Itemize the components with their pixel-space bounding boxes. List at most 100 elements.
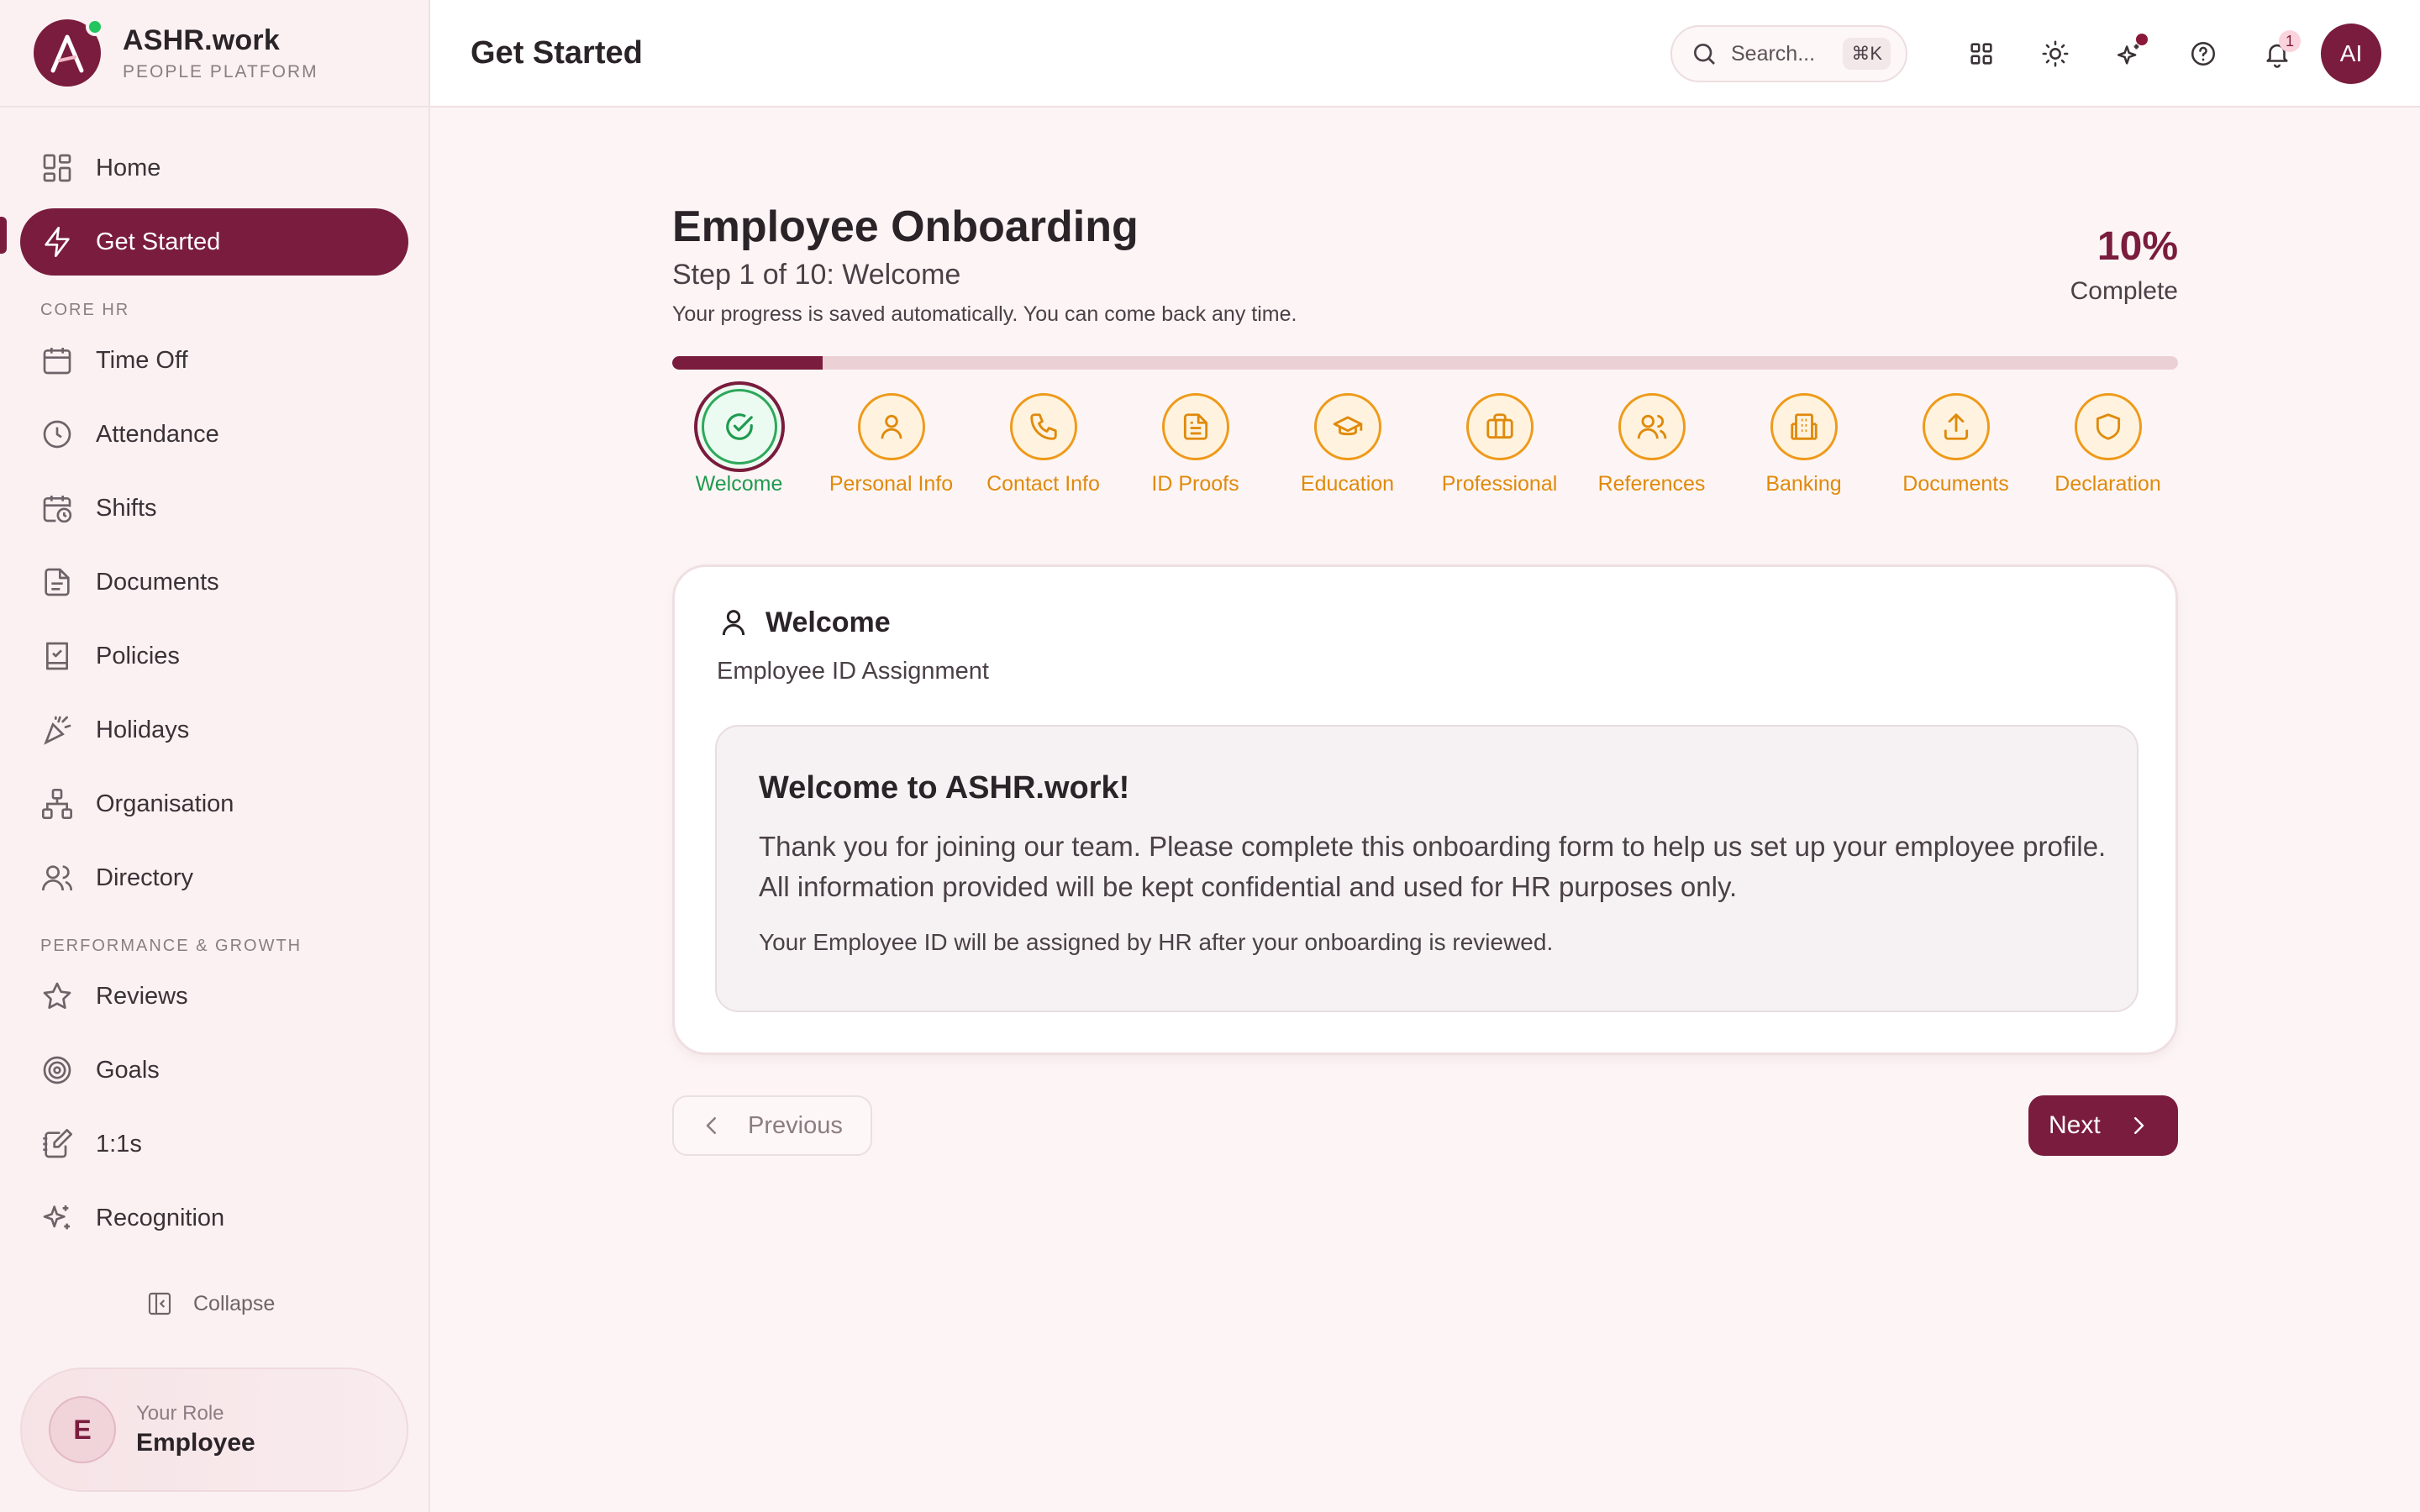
calendar-clock-icon xyxy=(43,496,72,523)
step-banking[interactable]: Banking xyxy=(1728,393,1880,496)
progress-percent: 10% xyxy=(2096,224,2178,269)
welcome-note: Your Employee ID will be assigned by HR … xyxy=(759,929,1554,955)
step-label-id-proofs: ID Proofs xyxy=(1151,472,1239,496)
brand: ASHR.work PEOPLE PLATFORM xyxy=(0,0,429,108)
sidebar-item-label: Policies xyxy=(96,642,180,669)
step-label-welcome: Welcome xyxy=(695,472,783,496)
progress-bar xyxy=(672,356,2178,370)
brand-subtitle: PEOPLE PLATFORM xyxy=(123,61,318,81)
user-avatar[interactable]: AI xyxy=(2321,24,2381,84)
next-label: Next xyxy=(2049,1111,2101,1139)
help-button[interactable] xyxy=(2173,24,2233,84)
page-header-title: Get Started xyxy=(471,34,643,71)
chevron-left-icon xyxy=(706,1117,716,1134)
progress-percent-label: Complete xyxy=(2070,277,2178,305)
role-card[interactable]: E Your Role Employee xyxy=(20,1368,408,1492)
sidebar-item-label: Organisation xyxy=(96,790,234,817)
step-tracker: Welcome Personal Info Contact Info ID Pr… xyxy=(672,389,2178,511)
step-label-personal-info: Personal Info xyxy=(829,472,954,496)
sidebar-item-label: Home xyxy=(96,154,161,181)
search-placeholder: Search... xyxy=(1731,41,1816,66)
sidebar-item-recognition[interactable]: Recognition xyxy=(20,1184,408,1252)
previous-button[interactable]: Previous xyxy=(672,1095,872,1156)
sidebar-item-one-on-ones[interactable]: 1:1s xyxy=(20,1110,408,1178)
star-icon xyxy=(43,982,71,1009)
sidebar-item-goals[interactable]: Goals xyxy=(20,1037,408,1104)
sidebar-item-attendance[interactable]: Attendance xyxy=(20,401,408,468)
sidebar-item-label: Directory xyxy=(96,864,194,891)
phone-icon xyxy=(1029,413,1057,440)
notifications-button[interactable]: 1 xyxy=(2247,24,2307,84)
role-label: Your Role xyxy=(136,1402,224,1425)
sidebar-item-documents[interactable]: Documents xyxy=(20,549,408,616)
sidebar-item-label: Reviews xyxy=(96,982,188,1010)
nav-section-core-hr: CORE HR xyxy=(40,301,130,319)
brand-logo[interactable] xyxy=(34,18,104,87)
step-personal-info[interactable]: Personal Info xyxy=(815,393,967,496)
step-label-documents: Documents xyxy=(1902,472,2009,496)
step-education[interactable]: Education xyxy=(1271,393,1423,496)
network-icon xyxy=(42,789,72,819)
sidebar-item-reviews[interactable]: Reviews xyxy=(20,963,408,1030)
theme-toggle-button[interactable] xyxy=(2025,24,2086,84)
step-id-proofs[interactable]: ID Proofs xyxy=(1119,393,1271,496)
collapse-sidebar-button[interactable]: Collapse xyxy=(146,1290,275,1317)
unread-dot xyxy=(2136,34,2148,45)
zap-icon xyxy=(45,227,70,257)
sidebar-item-label: Attendance xyxy=(96,420,219,448)
shield-icon xyxy=(2096,413,2120,440)
sidebar-item-policies[interactable]: Policies xyxy=(20,622,408,690)
step-label-banking: Banking xyxy=(1765,472,1842,496)
graduation-cap-icon xyxy=(1333,416,1362,436)
welcome-title: Welcome to ASHR.work! xyxy=(759,770,1130,806)
sidebar-item-holidays[interactable]: Holidays xyxy=(20,696,408,764)
clock-icon xyxy=(43,420,71,449)
whats-new-button[interactable] xyxy=(2099,24,2160,84)
sidebar-nav: Home Get Started CORE HR Time Off Attend… xyxy=(0,108,429,1252)
step-documents[interactable]: Documents xyxy=(1880,393,2032,496)
sidebar-item-directory[interactable]: Directory xyxy=(20,844,408,911)
users-icon xyxy=(42,865,72,891)
brand-name: ASHR.work xyxy=(123,24,280,56)
sidebar-item-organisation[interactable]: Organisation xyxy=(20,770,408,837)
check-circle-icon xyxy=(725,413,753,440)
apps-button[interactable] xyxy=(1951,24,2012,84)
step-welcome[interactable]: Welcome xyxy=(663,389,815,496)
step-references[interactable]: References xyxy=(1576,393,1728,496)
target-icon xyxy=(43,1056,71,1084)
previous-label: Previous xyxy=(748,1111,843,1139)
sidebar-item-label: Get Started xyxy=(96,228,221,255)
welcome-body: Thank you for joining our team. Please c… xyxy=(759,831,2107,902)
panel-collapse-icon xyxy=(148,1292,171,1315)
card-subtitle: Employee ID Assignment xyxy=(717,658,989,685)
page-title: Employee Onboarding xyxy=(672,202,1139,251)
autosave-note: Your progress is saved automatically. Yo… xyxy=(672,302,1297,326)
search-icon xyxy=(1694,44,1715,65)
sidebar-item-get-started[interactable]: Get Started xyxy=(20,208,408,276)
search-input[interactable]: Search... ⌘K xyxy=(1670,25,1907,82)
calendar-icon xyxy=(43,348,71,375)
party-icon xyxy=(44,716,71,745)
step-card: Welcome Employee ID Assignment Welcome t… xyxy=(672,564,2178,1055)
user-icon xyxy=(722,610,745,636)
step-professional[interactable]: Professional xyxy=(1423,393,1576,496)
online-status-dot xyxy=(86,18,104,36)
sun-icon xyxy=(2042,40,2069,67)
card-title: Welcome xyxy=(765,606,891,638)
step-contact-info[interactable]: Contact Info xyxy=(967,393,1119,496)
file-icon xyxy=(45,568,70,596)
upload-icon xyxy=(1944,413,1968,440)
search-shortcut: ⌘K xyxy=(1843,38,1891,70)
role-value: Employee xyxy=(136,1429,255,1457)
help-circle-icon xyxy=(2191,41,2216,66)
notification-badge: 1 xyxy=(2279,30,2301,52)
sidebar-item-time-off[interactable]: Time Off xyxy=(20,327,408,394)
active-nav-marker xyxy=(0,217,7,254)
grid-icon xyxy=(43,154,71,182)
sidebar-item-home[interactable]: Home xyxy=(20,134,408,202)
book-check-icon xyxy=(46,642,68,670)
step-declaration[interactable]: Declaration xyxy=(2032,393,2184,496)
next-button[interactable]: Next xyxy=(2028,1095,2178,1156)
sidebar-item-label: Shifts xyxy=(96,494,157,522)
sidebar-item-shifts[interactable]: Shifts xyxy=(20,475,408,542)
